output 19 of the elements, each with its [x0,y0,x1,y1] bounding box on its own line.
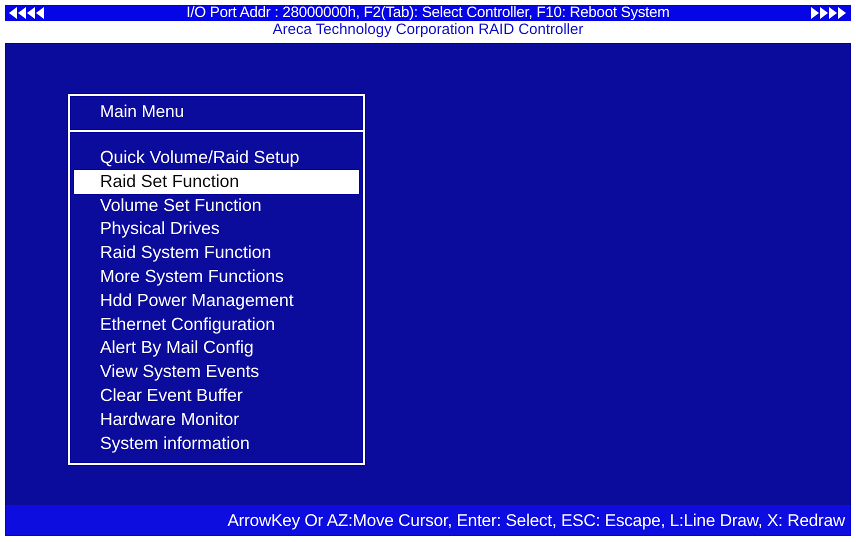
menu-item[interactable]: Hdd Power Management [74,288,359,313]
menu-item[interactable]: Raid System Function [74,241,359,265]
menu-item[interactable]: Alert By Mail Config [74,336,359,360]
menu-item[interactable]: Ethernet Configuration [74,312,359,336]
top-bar-text: I/O Port Addr : 28000000h, F2(Tab): Select Controller, F10: Reboot System [186,5,670,21]
menu-item[interactable]: Quick Volume/Raid Setup [74,146,359,170]
arrows-icon [811,7,847,19]
menu-title: Main Menu [70,96,363,132]
menu-item[interactable]: System information [74,432,359,456]
subtitle: Areca Technology Corporation RAID Controller [272,21,584,38]
menu-item[interactable]: Hardware Monitor [74,408,359,432]
menu-item[interactable]: More System Functions [74,264,359,289]
menu-item[interactable]: View System Events [74,360,359,384]
status-text: ArrowKey Or AZ:Move Cursor, Enter: Select, ESC: Escape, L:Line Draw, X: Redraw [227,510,845,530]
menu-item[interactable]: Volume Set Function [74,194,359,218]
menu-item[interactable]: Clear Event Buffer [74,384,359,408]
menu-item[interactable]: Raid Set Function [74,170,359,194]
menu-item[interactable]: Physical Drives [74,217,359,242]
arrows-icon [9,7,45,19]
